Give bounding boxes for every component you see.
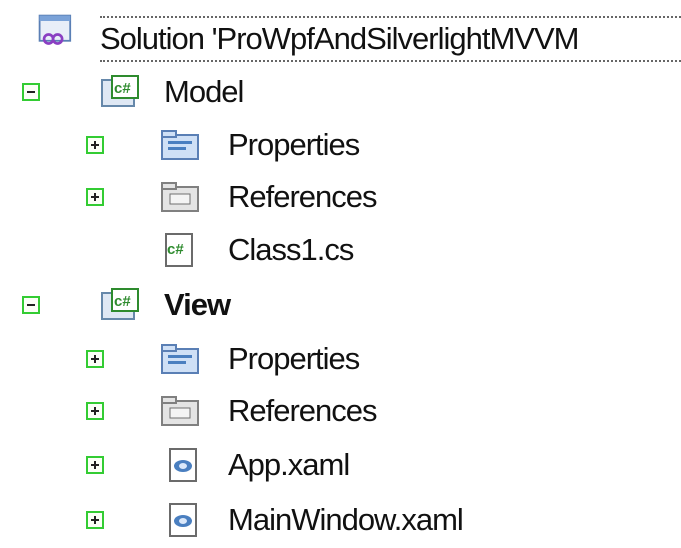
xaml-file-icon <box>169 503 197 537</box>
csharp-project-icon: c# <box>101 288 139 320</box>
tree-row-view-properties[interactable]: Properties <box>0 339 681 387</box>
svg-text:c#: c# <box>114 293 131 310</box>
references-folder-icon <box>161 182 199 212</box>
item-label: Properties <box>228 341 360 376</box>
item-label: MainWindow.xaml <box>228 502 464 537</box>
properties-folder-icon <box>161 344 199 374</box>
properties-folder-icon <box>161 130 199 160</box>
item-label: References <box>228 179 378 214</box>
tree-row-view-mainwindow-xaml[interactable]: MainWindow.xaml <box>0 500 681 548</box>
project-label-view: View <box>164 287 231 322</box>
expand-toggle-icon[interactable] <box>86 402 104 420</box>
csharp-file-icon: c# <box>165 233 193 267</box>
item-label: Class1.cs <box>228 232 354 267</box>
expand-toggle-icon[interactable] <box>86 188 104 206</box>
csharp-project-icon: c# <box>101 75 139 107</box>
collapse-toggle-icon[interactable] <box>22 83 40 101</box>
solution-icon <box>38 14 72 45</box>
svg-text:c#: c# <box>114 80 131 97</box>
solution-explorer-tree: Solution 'ProWpfAndSilverlightMVVM c# Mo… <box>0 0 681 537</box>
tree-row-model-references[interactable]: References <box>0 177 681 225</box>
tree-row-model-properties[interactable]: Properties <box>0 125 681 173</box>
svg-text:c#: c# <box>167 241 184 258</box>
item-label: App.xaml <box>228 447 350 482</box>
tree-row-view-app-xaml[interactable]: App.xaml <box>0 445 681 493</box>
item-label: Properties <box>228 127 360 162</box>
references-folder-icon <box>161 396 199 426</box>
expand-toggle-icon[interactable] <box>86 136 104 154</box>
tree-row-model-class1[interactable]: c# Class1.cs <box>0 230 681 278</box>
expand-toggle-icon[interactable] <box>86 456 104 474</box>
tree-row-project-model[interactable]: c# Model <box>0 72 681 120</box>
tree-row-solution[interactable]: Solution 'ProWpfAndSilverlightMVVM <box>0 14 681 64</box>
tree-row-view-references[interactable]: References <box>0 391 681 439</box>
item-label: References <box>228 393 378 428</box>
project-label-model: Model <box>164 74 244 109</box>
tree-row-project-view[interactable]: c# View <box>0 285 681 333</box>
solution-label: Solution 'ProWpfAndSilverlightMVVM <box>100 16 681 62</box>
collapse-toggle-icon[interactable] <box>22 296 40 314</box>
expand-toggle-icon[interactable] <box>86 511 104 529</box>
xaml-file-icon <box>169 448 197 482</box>
expand-toggle-icon[interactable] <box>86 350 104 368</box>
